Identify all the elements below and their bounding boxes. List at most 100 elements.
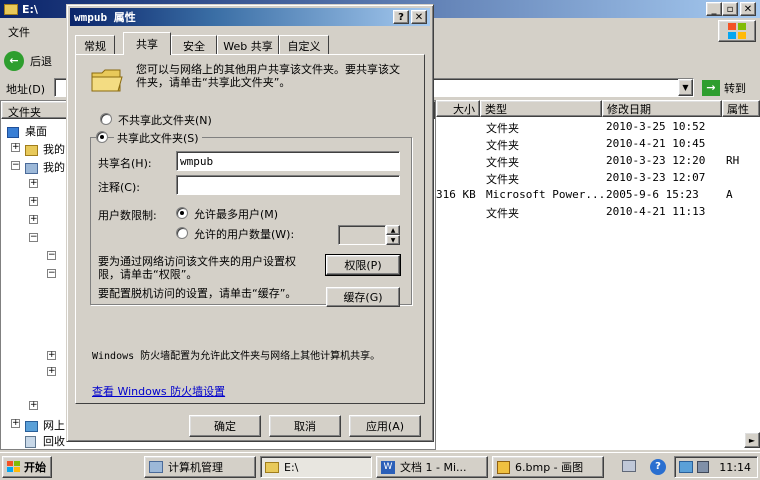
table-row[interactable]: 文件夹 2010-3-23 12:20 RH [436, 152, 760, 169]
back-button[interactable]: ← 后退 [4, 50, 64, 72]
file-list-pane: 大小 类型 修改日期 属性 文件夹 2010-3-25 10:52 文件夹 2010… [436, 100, 760, 450]
radio-not-share-label: 不共享此文件夹(N) [118, 114, 212, 127]
dialog-close-button[interactable]: ✕ [411, 10, 427, 24]
column-date[interactable]: 修改日期 [602, 100, 722, 117]
cancel-button[interactable]: 取消 [269, 415, 341, 437]
table-row[interactable]: 文件夹 2010-3-25 10:52 [436, 118, 760, 135]
shared-folder-icon [90, 65, 124, 98]
comment-input[interactable] [176, 175, 400, 195]
apply-button[interactable]: 应用(A) [349, 415, 421, 437]
task-explorer[interactable]: E:\ [260, 456, 372, 478]
windows-flag-icon [7, 461, 20, 472]
computer-management-icon [149, 461, 163, 473]
address-dropdown-button[interactable]: ▼ [678, 79, 693, 96]
go-label: 转到 [724, 82, 746, 95]
collapse-icon[interactable]: − [47, 251, 56, 260]
go-button[interactable]: → 转到 [702, 78, 758, 98]
expand-icon[interactable]: + [47, 367, 56, 376]
desktop-icon [7, 126, 19, 138]
expand-icon[interactable]: + [29, 179, 38, 188]
radio-share-label: 共享此文件夹(S) [114, 130, 202, 146]
sharing-panel: 您可以与网络上的其他用户共享该文件夹。要共享该文件夹，请单击“共享此文件夹”。 … [75, 54, 425, 404]
task-word-document[interactable]: W 文档 1 - Mi... [376, 456, 488, 478]
spin-up-button[interactable]: ▲ [386, 225, 400, 235]
folders-label: 文件夹 [8, 106, 41, 119]
expand-icon[interactable]: + [11, 143, 20, 152]
go-arrow-icon: → [702, 80, 720, 96]
explorer-title: E:\ [22, 2, 38, 16]
intro-text: 您可以与网络上的其他用户共享该文件夹。要共享该文件夹，请单击“共享此文件夹”。 [136, 63, 400, 89]
back-arrow-icon: ← [4, 51, 24, 71]
radio-not-share[interactable] [100, 113, 112, 125]
clock[interactable]: 11:14 [719, 461, 751, 474]
address-label: 地址(D) [6, 83, 46, 96]
permissions-button[interactable]: 权限(P) [325, 254, 401, 276]
expand-icon[interactable]: + [29, 215, 38, 224]
taskbar: 开始 计算机管理 E:\ W 文档 1 - Mi... 6.bmp - 画图 ? … [0, 452, 760, 480]
dialog-title-bar: wmpub 属性 [70, 8, 430, 26]
keyboard-icon[interactable] [622, 460, 636, 472]
spin-down-button[interactable]: ▼ [386, 235, 400, 245]
task-computer-management[interactable]: 计算机管理 [144, 456, 256, 478]
tree-item-network[interactable]: 网上 [25, 417, 65, 433]
task-paint[interactable]: 6.bmp - 画图 [492, 456, 604, 478]
table-row[interactable]: 文件夹 2010-4-21 11:13 [436, 203, 760, 220]
computer-icon [25, 162, 38, 174]
volume-tray-icon[interactable] [697, 461, 709, 473]
network-tray-icon[interactable] [679, 461, 693, 473]
tree-item-recycle[interactable]: 回收 [25, 433, 65, 449]
back-label: 后退 [30, 55, 52, 68]
radio-allowed-users-label: 允许的用户数量(W): [194, 228, 295, 241]
ok-button[interactable]: 确定 [189, 415, 261, 437]
radio-max-users[interactable] [176, 207, 188, 219]
paint-icon [497, 460, 510, 474]
collapse-icon[interactable]: − [29, 233, 38, 242]
radio-share[interactable] [96, 131, 108, 143]
cache-button[interactable]: 缓存(G) [326, 287, 400, 307]
collapse-icon[interactable]: − [47, 269, 56, 278]
tree-item-mydocs[interactable]: 我的 [25, 141, 65, 157]
user-count-input[interactable] [338, 225, 386, 245]
help-button[interactable]: ? [393, 10, 409, 24]
permissions-text: 要为通过网络访问该文件夹的用户设置权限，请单击“权限”。 [98, 255, 296, 281]
network-icon [25, 420, 38, 432]
properties-dialog: wmpub 属性 ? ✕ 常规 共享 安全 Web 共享 自定义 您可以与网络上… [66, 4, 434, 442]
collapse-icon[interactable]: − [11, 161, 20, 170]
share-name-label: 共享名(H): [98, 157, 152, 170]
share-name-input[interactable]: wmpub [176, 151, 400, 171]
close-button[interactable]: ✕ [740, 2, 756, 16]
scroll-right-button[interactable]: ► [744, 432, 760, 448]
column-type[interactable]: 类型 [480, 100, 602, 117]
tree-item-mycomputer[interactable]: 我的 [25, 159, 65, 175]
expand-icon[interactable]: + [29, 401, 38, 410]
table-row[interactable]: 文件夹 2010-4-21 10:45 [436, 135, 760, 152]
column-size[interactable]: 大小 [436, 100, 480, 117]
tab-security[interactable]: 安全 [171, 35, 217, 55]
table-row[interactable]: 文件夹 2010-3-23 12:07 [436, 169, 760, 186]
start-button[interactable]: 开始 [2, 456, 52, 478]
windows-logo-icon [718, 20, 756, 42]
system-tray: 11:14 [674, 456, 758, 478]
minimize-button[interactable]: _ [706, 2, 722, 16]
folder-icon [4, 3, 18, 15]
expand-icon[interactable]: + [29, 197, 38, 206]
menu-file[interactable]: 文件 [8, 24, 30, 40]
table-row[interactable]: 316 KB Microsoft Power... 2005-9-6 15:23 A [436, 186, 760, 203]
help-icon[interactable]: ? [650, 459, 666, 475]
radio-allowed-users[interactable] [176, 227, 188, 239]
tab-customize[interactable]: 自定义 [279, 35, 329, 55]
recycle-bin-icon [25, 436, 36, 448]
folder-icon [25, 144, 38, 156]
tab-sharing[interactable]: 共享 [123, 32, 171, 55]
radio-max-users-label: 允许最多用户(M) [194, 208, 279, 221]
firewall-text: Windows 防火墙配置为允许此文件夹与网络上其他计算机共享。 [92, 351, 381, 362]
folder-icon [265, 461, 279, 473]
expand-icon[interactable]: + [11, 419, 20, 428]
expand-icon[interactable]: + [47, 351, 56, 360]
firewall-settings-link[interactable]: 查看 Windows 防火墙设置 [92, 383, 225, 399]
maximize-button[interactable]: ▫ [722, 2, 738, 16]
tree-item-desktop[interactable]: 桌面 [7, 123, 47, 139]
tab-web-sharing[interactable]: Web 共享 [217, 35, 279, 55]
column-attr[interactable]: 属性 [722, 100, 760, 117]
tab-general[interactable]: 常规 [75, 35, 115, 55]
